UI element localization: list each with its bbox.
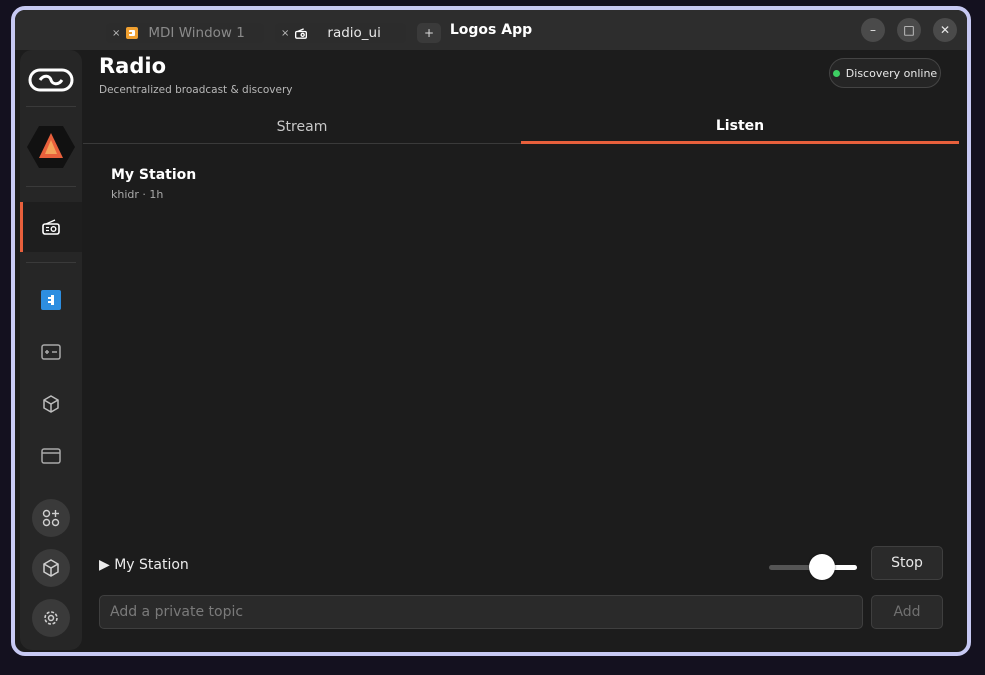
orange-window-icon <box>126 27 139 39</box>
radio-icon <box>42 219 60 235</box>
station-name: My Station <box>111 167 197 183</box>
tab-mdi-window-1[interactable]: × MDI Window 1 <box>106 23 264 43</box>
sidebar-item-app[interactable] <box>20 122 82 172</box>
stop-button-label: Stop <box>891 555 923 571</box>
sidebar-item-home[interactable] <box>20 60 82 100</box>
sidebar-divider <box>26 262 76 263</box>
sidebar-packages-button[interactable] <box>32 549 70 587</box>
maximize-button[interactable]: □ <box>897 18 921 42</box>
maximize-icon: □ <box>903 23 915 37</box>
volume-slider[interactable] <box>769 554 857 580</box>
volume-slider-handle[interactable] <box>808 554 835 580</box>
page-subtitle: Decentralized broadcast & discovery <box>99 84 293 96</box>
add-topic-button[interactable]: Add <box>871 595 943 629</box>
sidebar-item-radio[interactable] <box>20 202 82 252</box>
station-meta: khidr · 1h <box>111 188 164 201</box>
sidebar <box>20 50 82 650</box>
close-icon: ✕ <box>939 23 951 37</box>
tab-listen-label: Listen <box>715 117 765 134</box>
private-topic-input[interactable] <box>99 595 863 629</box>
page-title: Radio <box>99 54 166 78</box>
package-icon <box>43 559 59 577</box>
terminal-icon <box>41 344 61 360</box>
browser-window-icon <box>41 448 61 464</box>
sidebar-item-package[interactable] <box>20 384 82 424</box>
minimize-button[interactable]: – <box>861 18 885 42</box>
radio-icon <box>295 27 308 39</box>
blue-square-icon <box>41 290 61 310</box>
close-window-button[interactable]: ✕ <box>933 18 957 42</box>
new-tab-button[interactable]: + <box>417 23 441 43</box>
add-apps-icon <box>42 509 60 527</box>
app-window: Logos App – □ ✕ × MDI Window 1 × radio_u… <box>11 6 971 656</box>
status-text: Discovery online <box>845 66 938 80</box>
tab-listen[interactable]: Listen <box>521 110 959 144</box>
tab-stream-label: Stream <box>276 118 328 135</box>
active-indicator <box>20 202 23 252</box>
app-triangle-icon <box>27 126 75 168</box>
tab-label: MDI Window 1 <box>148 25 245 41</box>
minimize-icon: – <box>870 23 876 37</box>
settings-gear-icon <box>44 611 58 625</box>
stop-button[interactable]: Stop <box>871 546 943 580</box>
sidebar-divider <box>26 186 76 187</box>
sidebar-add-apps-button[interactable] <box>32 499 70 537</box>
sidebar-item-terminal[interactable] <box>20 332 82 372</box>
sidebar-settings-button[interactable] <box>32 599 70 637</box>
sidebar-divider <box>26 106 76 107</box>
tab-close-icon[interactable]: × <box>112 28 120 39</box>
sidebar-item-blue-app[interactable] <box>20 280 82 320</box>
plus-icon: + <box>423 26 435 40</box>
status-dot-icon <box>832 69 840 77</box>
sidebar-item-browser[interactable] <box>20 436 82 476</box>
tab-radio-ui[interactable]: × radio_ui <box>275 23 406 43</box>
tab-close-icon[interactable]: × <box>281 28 289 39</box>
now-playing-label: ▶ My Station <box>99 557 189 573</box>
logos-logo-icon <box>28 68 74 92</box>
tab-stream[interactable]: Stream <box>83 110 521 144</box>
add-button-label: Add <box>893 604 921 620</box>
package-icon <box>43 395 59 413</box>
status-badge: Discovery online <box>829 58 941 88</box>
tab-label: radio_ui <box>327 25 381 41</box>
